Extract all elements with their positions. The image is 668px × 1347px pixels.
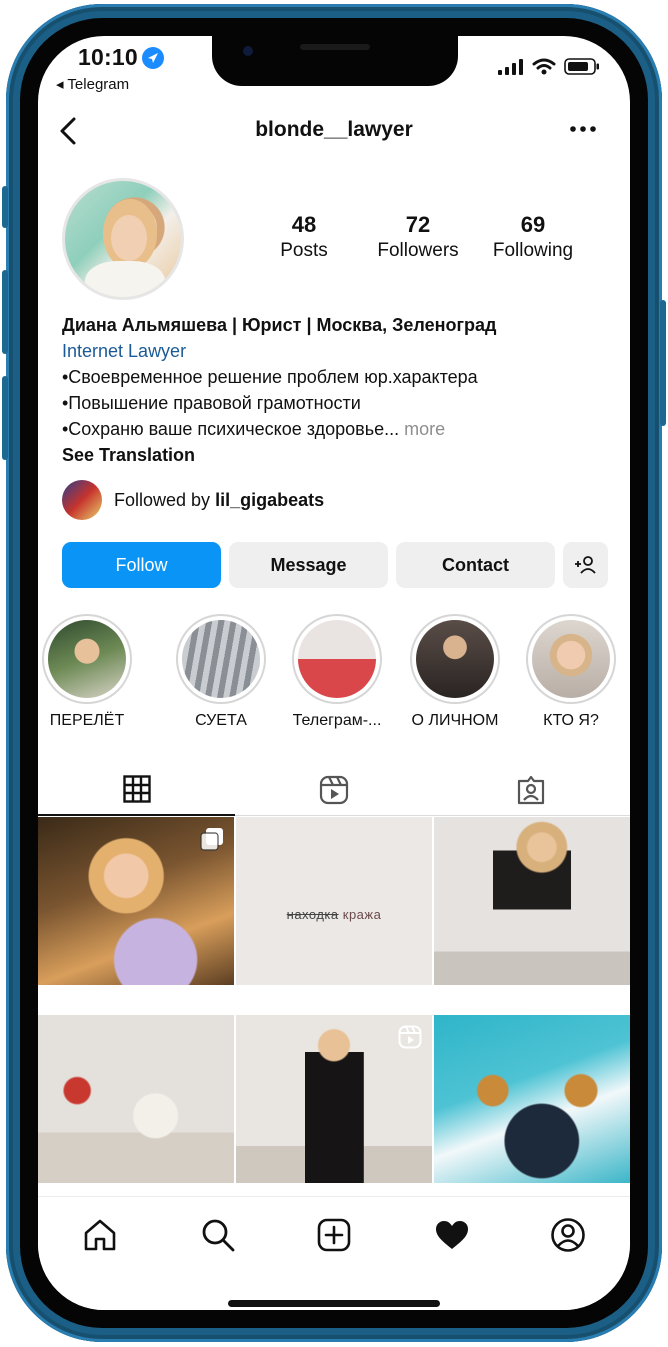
more-options-icon[interactable] bbox=[570, 120, 596, 138]
bio-line: •Повышение правовой грамотности bbox=[62, 393, 361, 413]
volume-down-button bbox=[2, 376, 8, 460]
highlight-label: Телеграм-... bbox=[292, 712, 382, 729]
home-indicator[interactable] bbox=[228, 1300, 440, 1307]
tab-posts-grid[interactable] bbox=[38, 764, 235, 816]
reels-icon bbox=[319, 775, 348, 805]
highlight-item[interactable]: СУЕТА bbox=[166, 614, 276, 730]
location-icon bbox=[142, 47, 164, 69]
highlight-item[interactable]: О ЛИЧНОМ bbox=[400, 614, 510, 730]
post-thumbnail[interactable] bbox=[434, 1015, 630, 1183]
followed-by[interactable]: Followed by lil_gigabeats bbox=[62, 480, 324, 520]
posts-label: Posts bbox=[280, 240, 328, 261]
posts-grid: находка кража bbox=[38, 817, 630, 1197]
contact-button[interactable]: Contact bbox=[396, 542, 555, 588]
avatar-photo bbox=[65, 181, 181, 297]
followed-by-user: lil_gigabeats bbox=[215, 489, 325, 510]
bio-category: Internet Lawyer bbox=[62, 341, 187, 361]
grid-icon bbox=[122, 775, 151, 803]
highlight-label: КТО Я? bbox=[543, 712, 599, 729]
reel-icon bbox=[398, 1025, 422, 1049]
heart-icon bbox=[436, 1221, 468, 1249]
followers-count[interactable]: 72 Followers bbox=[363, 212, 473, 262]
highlight-item[interactable]: Телеграм-... bbox=[282, 614, 392, 730]
nav-profile[interactable] bbox=[548, 1215, 588, 1255]
story-highlights: ПЕРЕЛЁТ СУЕТА Телеграм-... О ЛИЧНОМ КТО … bbox=[38, 614, 630, 734]
create-post-icon bbox=[317, 1218, 351, 1252]
profile-icon bbox=[551, 1218, 585, 1252]
profile-tabs bbox=[38, 764, 630, 816]
highlight-cover bbox=[182, 620, 260, 698]
status-time: 10:10 bbox=[78, 44, 138, 70]
wifi-icon bbox=[532, 58, 556, 75]
followers-label: Followers bbox=[377, 240, 459, 261]
followed-by-text: Followed by lil_gigabeats bbox=[114, 490, 324, 511]
posts-count[interactable]: 48 Posts bbox=[249, 212, 359, 262]
highlight-label: СУЕТА bbox=[195, 712, 247, 729]
follow-button[interactable]: Follow bbox=[62, 542, 221, 588]
highlight-cover bbox=[532, 620, 610, 698]
bio-line-truncated: •Сохраню ваше психическое здоровье... mo… bbox=[62, 416, 622, 442]
signal-icon bbox=[498, 59, 523, 75]
profile-avatar[interactable] bbox=[62, 178, 184, 300]
highlight-label: ПЕРЕЛЁТ bbox=[49, 712, 125, 729]
mute-switch bbox=[2, 186, 8, 228]
post-caption-text: находка кража bbox=[236, 907, 432, 922]
add-user-icon bbox=[574, 556, 596, 574]
bio-line: •Своевременное решение проблем юр.характ… bbox=[62, 367, 478, 387]
bottom-navigation bbox=[38, 1196, 630, 1310]
follower-avatar bbox=[62, 480, 102, 520]
following-label: Following bbox=[492, 240, 574, 261]
post-thumbnail[interactable] bbox=[434, 817, 630, 985]
suggest-users-button[interactable] bbox=[563, 542, 608, 588]
nav-activity[interactable] bbox=[432, 1215, 472, 1255]
following-value: 69 bbox=[520, 212, 546, 237]
post-caption-word: кража bbox=[342, 907, 382, 922]
home-icon bbox=[84, 1219, 116, 1251]
bio-line: •Сохраню ваше психическое здоровье... bbox=[62, 419, 400, 439]
screen: 10:10 ◂ Telegram blonde__lawyer 48 Posts… bbox=[38, 36, 630, 1310]
profile-username: blonde__lawyer bbox=[255, 118, 413, 141]
following-count[interactable]: 69 Following bbox=[478, 212, 588, 262]
see-translation-link[interactable]: See Translation bbox=[62, 442, 622, 468]
camera-icon bbox=[243, 46, 253, 56]
nav-create[interactable] bbox=[314, 1215, 354, 1255]
status-icons bbox=[498, 58, 600, 75]
nav-home[interactable] bbox=[80, 1215, 120, 1255]
posts-value: 48 bbox=[291, 212, 317, 237]
post-thumbnail[interactable] bbox=[236, 1015, 432, 1183]
carousel-icon bbox=[200, 828, 223, 851]
post-thumbnail[interactable] bbox=[38, 1015, 234, 1183]
tagged-icon bbox=[517, 775, 544, 805]
bio-name: Диана Альмяшева | Юрист | Москва, Зелено… bbox=[62, 315, 497, 335]
highlight-cover bbox=[298, 620, 376, 698]
volume-up-button bbox=[2, 270, 8, 354]
bio-more-link[interactable]: more bbox=[404, 419, 445, 439]
post-caption-struck: находка bbox=[286, 907, 339, 922]
followers-value: 72 bbox=[405, 212, 431, 237]
post-thumbnail[interactable]: находка кража bbox=[236, 817, 432, 985]
speaker bbox=[300, 44, 370, 50]
highlight-label: О ЛИЧНОМ bbox=[411, 712, 499, 729]
tab-reels[interactable] bbox=[235, 764, 432, 816]
nav-search[interactable] bbox=[198, 1215, 238, 1255]
battery-icon bbox=[564, 58, 599, 75]
power-button bbox=[660, 300, 666, 426]
post-thumbnail[interactable] bbox=[38, 817, 234, 985]
followed-by-prefix: Followed by bbox=[114, 489, 211, 510]
profile-bio: Диана Альмяшева | Юрист | Москва, Зелено… bbox=[62, 312, 622, 468]
highlight-item[interactable]: ПЕРЕЛЁТ bbox=[38, 614, 142, 730]
tab-tagged[interactable] bbox=[432, 764, 629, 816]
notch bbox=[212, 36, 458, 86]
highlight-item[interactable]: КТО Я? bbox=[516, 614, 626, 730]
profile-header: blonde__lawyer bbox=[38, 114, 630, 150]
highlight-cover bbox=[48, 620, 126, 698]
message-button[interactable]: Message bbox=[229, 542, 388, 588]
search-icon bbox=[202, 1219, 235, 1252]
highlight-cover bbox=[416, 620, 494, 698]
back-to-app-link[interactable]: ◂ Telegram bbox=[56, 75, 129, 93]
